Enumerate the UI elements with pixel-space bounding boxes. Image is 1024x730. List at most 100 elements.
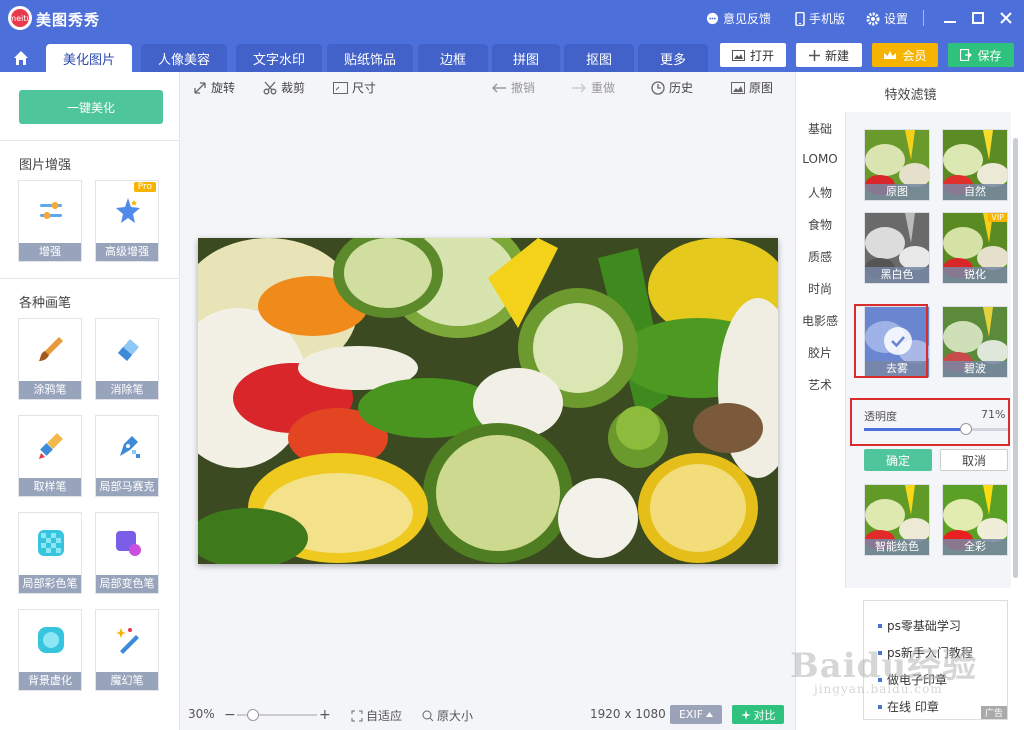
tool-label: 高级增强: [96, 243, 158, 261]
actual-size-button[interactable]: 原大小: [422, 707, 473, 724]
magic-wand-icon: [116, 628, 139, 654]
tab-frame[interactable]: 边框: [418, 44, 488, 72]
resize-icon: [333, 81, 348, 94]
minimize-button[interactable]: [940, 8, 960, 28]
filter-blue-wave[interactable]: 碧波: [942, 306, 1008, 378]
exif-label: EXIF: [678, 708, 704, 721]
crop-button[interactable]: 裁剪: [263, 79, 305, 96]
tab-portrait[interactable]: 人像美容: [141, 44, 227, 72]
sparkle-icon: [740, 709, 751, 720]
original-button[interactable]: 原图: [731, 79, 773, 96]
tool-local-recolor-brush[interactable]: 局部变色笔: [95, 512, 159, 594]
app-title: 美图秀秀: [36, 11, 101, 29]
feedback-link[interactable]: 意见反馈: [706, 10, 771, 27]
confirm-button[interactable]: 确定: [864, 449, 932, 471]
category-people[interactable]: 人物: [796, 184, 844, 201]
zoom-in-button[interactable]: +: [319, 707, 331, 723]
settings-link[interactable]: 设置: [866, 10, 908, 27]
filter-scrollbar[interactable]: [1013, 138, 1018, 578]
category-texture[interactable]: 质感: [796, 248, 844, 265]
filter-full-color[interactable]: 全彩: [942, 484, 1008, 556]
cancel-button[interactable]: 取消: [940, 449, 1008, 471]
ad-link[interactable]: ps零基础学习: [878, 617, 961, 634]
new-button[interactable]: 新建: [796, 43, 862, 67]
filter-original[interactable]: 原图: [864, 129, 930, 201]
filter-sharpen[interactable]: VIP 锐化: [942, 212, 1008, 284]
tool-doodle-brush[interactable]: 涂鸦笔: [18, 318, 82, 400]
brush-sample-icon: [39, 433, 63, 459]
vip-badge: VIP: [988, 213, 1007, 222]
divider: [0, 278, 180, 279]
zoom-slider-knob[interactable]: [247, 709, 259, 721]
size-button[interactable]: 尺寸: [333, 79, 376, 96]
history-button[interactable]: 历史: [651, 79, 693, 96]
undo-label: 撤销: [511, 81, 536, 95]
tab-beautify[interactable]: 美化图片: [46, 44, 132, 72]
vip-label: 会员: [902, 48, 927, 63]
edit-toolbar: 旋转 裁剪 尺寸 撤销 重做 历史 原图: [181, 72, 795, 102]
compare-button[interactable]: 对比: [732, 705, 784, 724]
logo-mark: meitu: [8, 9, 32, 27]
filter-label: 全彩: [943, 539, 1007, 555]
close-button[interactable]: [996, 8, 1016, 28]
rotate-icon: [194, 81, 206, 94]
tool-sampling-brush[interactable]: 取样笔: [18, 415, 82, 497]
save-label: 保存: [977, 48, 1002, 63]
filter-smart-color[interactable]: 智能绘色: [864, 484, 930, 556]
tool-eraser[interactable]: 消除笔: [95, 318, 159, 400]
tool-magic-brush[interactable]: 魔幻笔: [95, 609, 159, 691]
divider: [0, 140, 180, 141]
arrow-right-icon: [572, 82, 587, 93]
exif-button[interactable]: EXIF: [670, 705, 722, 724]
maximize-button[interactable]: [968, 8, 988, 28]
open-button[interactable]: 打开: [720, 43, 786, 67]
tab-stickers[interactable]: 贴纸饰品: [327, 44, 413, 72]
tool-local-color-brush[interactable]: 局部彩色笔: [18, 512, 82, 594]
zoom-out-button[interactable]: −: [224, 707, 236, 723]
redo-button[interactable]: 重做: [571, 79, 615, 96]
category-food[interactable]: 食物: [796, 216, 844, 233]
rotate-button[interactable]: 旋转: [193, 79, 235, 96]
actual-size-label: 原大小: [437, 709, 474, 723]
category-cinematic[interactable]: 电影感: [796, 312, 844, 329]
feedback-label: 意见反馈: [723, 12, 772, 26]
undo-button[interactable]: 撤销: [491, 79, 535, 96]
save-button[interactable]: 保存: [948, 43, 1014, 67]
tool-local-mosaic[interactable]: 局部马赛克: [95, 415, 159, 497]
tool-background-blur[interactable]: 背景虚化: [18, 609, 82, 691]
section-title-brushes: 各种画笔: [19, 296, 72, 311]
left-tool-panel: 一键美化 图片增强 增强 Pro 高级增强 各种画笔 涂鸦笔 消除笔 取样笔 局…: [0, 72, 180, 730]
category-art[interactable]: 艺术: [796, 376, 844, 393]
tab-collage[interactable]: 拼图: [492, 44, 560, 72]
chat-icon: [706, 12, 719, 25]
photo-vegetables[interactable]: [198, 238, 778, 564]
filter-black-white[interactable]: 黑白色: [864, 212, 930, 284]
category-fashion[interactable]: 时尚: [796, 280, 844, 297]
filter-label: 自然: [943, 184, 1007, 200]
tool-label: 局部彩色笔: [19, 575, 81, 593]
tool-advanced-enhance[interactable]: Pro 高级增强: [95, 180, 159, 262]
tool-label: 涂鸦笔: [19, 381, 81, 399]
tab-more[interactable]: 更多: [638, 44, 708, 72]
fit-button[interactable]: 自适应: [351, 707, 402, 724]
sliders-icon: [40, 202, 62, 219]
image-canvas[interactable]: [181, 102, 795, 700]
category-basic[interactable]: 基础: [796, 120, 844, 137]
one-key-beautify-button[interactable]: 一键美化: [19, 90, 163, 124]
tool-enhance[interactable]: 增强: [18, 180, 82, 262]
category-film[interactable]: 胶片: [796, 344, 844, 361]
size-label: 尺寸: [352, 81, 377, 95]
tool-label: 消除笔: [96, 381, 158, 399]
home-tab[interactable]: [6, 44, 36, 72]
home-icon: [14, 51, 28, 65]
section-title-enhance: 图片增强: [19, 158, 72, 173]
vip-button[interactable]: 会员: [872, 43, 938, 67]
tab-text-watermark[interactable]: 文字水印: [236, 44, 322, 72]
category-lomo[interactable]: LOMO: [796, 152, 844, 166]
export-icon: [960, 49, 973, 61]
tab-cutout[interactable]: 抠图: [564, 44, 634, 72]
mobile-link[interactable]: 手机版: [795, 10, 845, 27]
magnifier-icon: [422, 710, 434, 721]
filter-natural[interactable]: 自然: [942, 129, 1008, 201]
checker-cube-icon: [38, 530, 64, 556]
